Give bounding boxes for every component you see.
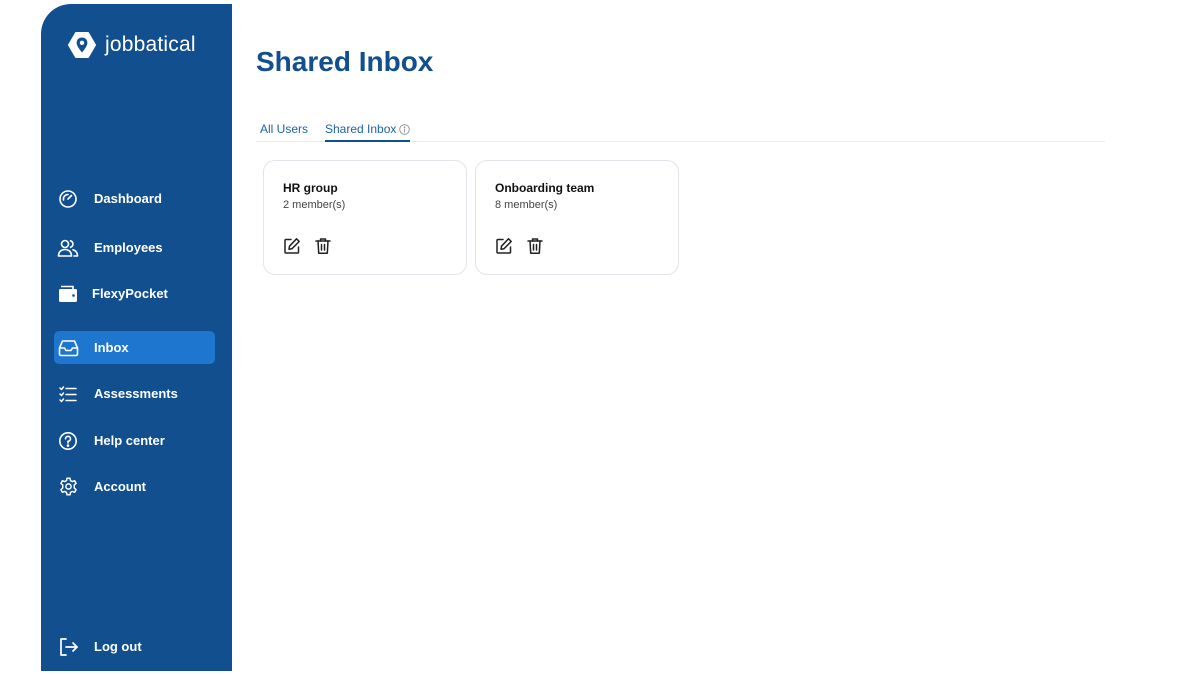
sidebar-item-label: Dashboard — [94, 191, 162, 206]
sidebar-item-assessments[interactable]: Assessments — [54, 377, 215, 410]
brand-name: jobbatical — [105, 33, 196, 56]
edit-icon[interactable] — [494, 236, 513, 255]
sidebar: jobbatical Dashboard Employees FlexyPock… — [41, 4, 232, 671]
sidebar-item-label: Help center — [94, 433, 165, 448]
card-actions — [494, 236, 544, 255]
trash-icon[interactable] — [313, 236, 332, 255]
brand[interactable]: jobbatical — [67, 30, 196, 60]
sidebar-item-label: Employees — [94, 240, 163, 255]
sidebar-item-label: FlexyPocket — [92, 286, 168, 301]
sidebar-item-label: Assessments — [94, 386, 178, 401]
gear-icon — [57, 476, 79, 498]
sidebar-item-label: Inbox — [94, 340, 129, 355]
users-icon — [57, 237, 79, 259]
group-member-count: 2 member(s) — [283, 199, 346, 211]
checklist-icon — [57, 383, 79, 405]
help-icon — [57, 430, 79, 452]
sidebar-item-inbox[interactable]: Inbox — [54, 331, 215, 364]
logout-button[interactable]: Log out — [54, 630, 215, 663]
sidebar-item-account[interactable]: Account — [54, 470, 215, 503]
gauge-icon — [57, 188, 79, 210]
card-actions — [282, 236, 332, 255]
edit-icon[interactable] — [282, 236, 301, 255]
group-name: Onboarding team — [495, 181, 595, 195]
group-name: HR group — [283, 181, 338, 195]
jobbatical-logo-icon — [67, 30, 97, 60]
tab-label: Shared Inbox — [325, 122, 397, 136]
sidebar-item-dashboard[interactable]: Dashboard — [54, 182, 215, 215]
wallet-icon — [57, 283, 79, 305]
sidebar-item-flexypocket[interactable]: FlexyPocket — [54, 277, 215, 310]
page: jobbatical Dashboard Employees FlexyPock… — [0, 0, 1200, 675]
sidebar-item-label: Account — [94, 479, 146, 494]
page-title: Shared Inbox — [256, 46, 434, 77]
trash-icon[interactable] — [525, 236, 544, 255]
logout-label: Log out — [94, 639, 142, 654]
group-member-count: 8 member(s) — [495, 199, 558, 211]
group-card[interactable]: Onboarding team 8 member(s) — [475, 160, 679, 275]
sidebar-item-employees[interactable]: Employees — [54, 231, 215, 264]
tab-label: All Users — [260, 122, 309, 136]
tab-shared-inbox[interactable]: Shared Inbox — [325, 119, 411, 142]
sidebar-item-help-center[interactable]: Help center — [54, 424, 215, 457]
logout-icon — [57, 636, 79, 658]
inbox-icon — [57, 337, 79, 359]
tab-bar: All Users Shared Inbox — [256, 115, 1105, 142]
info-icon[interactable] — [399, 123, 411, 135]
group-card[interactable]: HR group 2 member(s) — [263, 160, 467, 275]
tab-all-users[interactable]: All Users — [260, 119, 308, 139]
